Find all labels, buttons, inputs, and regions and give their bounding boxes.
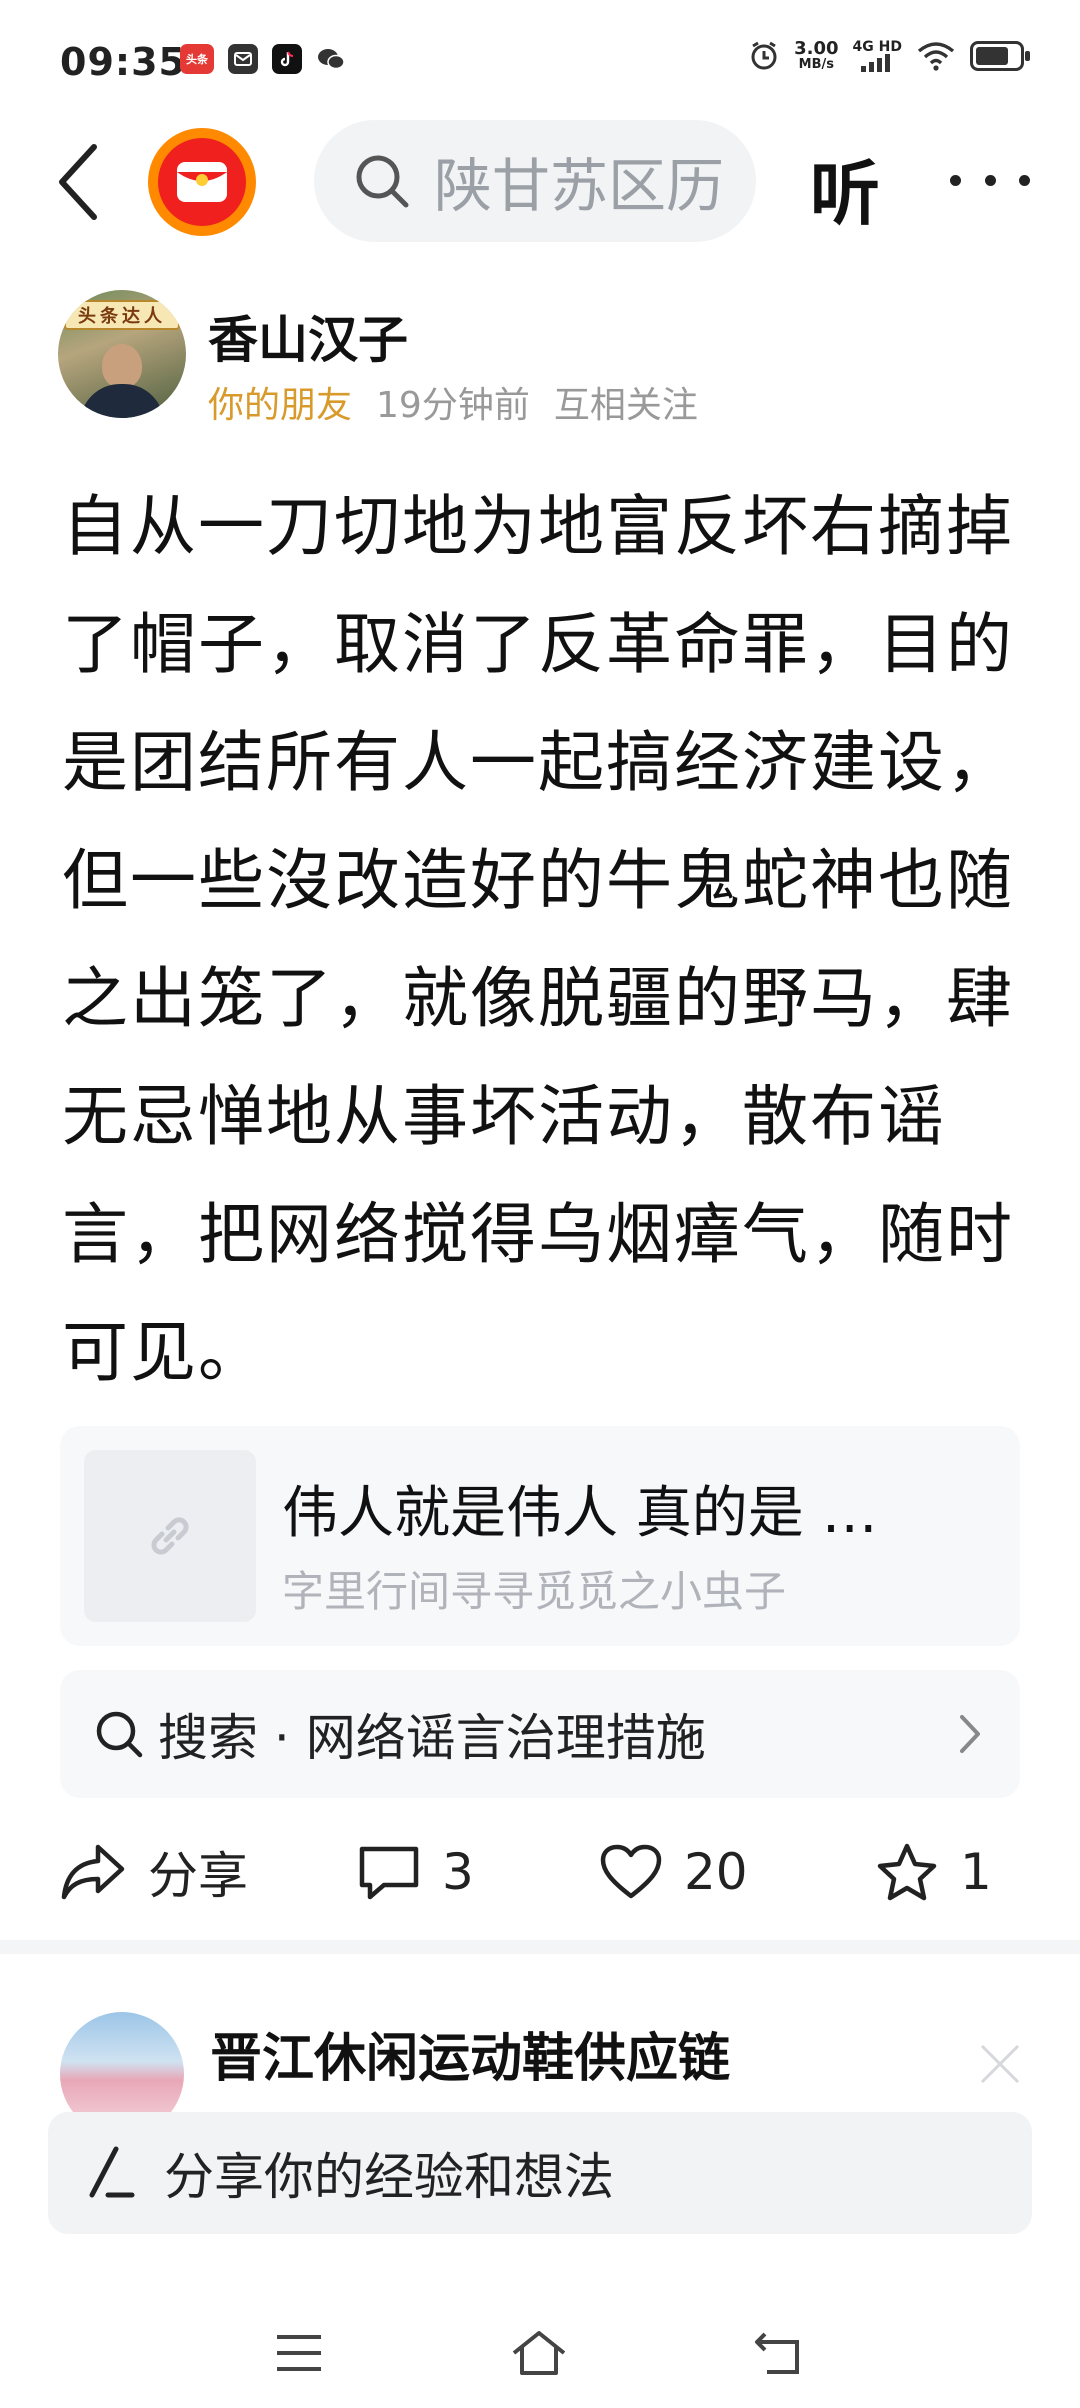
close-button[interactable] <box>978 2042 1022 2086</box>
network-speed: 3.00 MB/s <box>794 38 839 72</box>
pen-icon <box>89 2146 135 2198</box>
close-icon <box>980 2044 1020 2084</box>
link-source: 字里行间寻寻觅觅之小虫子 <box>282 1567 787 1616</box>
menu-icon <box>277 2335 321 2371</box>
system-status: 3.00 MB/s 4G HD <box>748 38 1030 72</box>
back-button[interactable] <box>48 140 108 224</box>
author-meta: 你的朋友 19分钟前 互相关注 <box>208 376 698 428</box>
like-button[interactable]: 20 <box>600 1830 748 1914</box>
comment-button[interactable]: 3 <box>358 1830 474 1914</box>
comment-input[interactable]: 分享你的经验和想法 <box>48 2112 1032 2234</box>
star-icon <box>877 1843 937 1901</box>
avatar-banner: 头条达人 <box>64 300 180 330</box>
douyin-notification-icon <box>272 44 302 74</box>
more-dots-icon <box>950 174 961 186</box>
favorite-count: 1 <box>960 1843 992 1901</box>
nav-menu-button[interactable] <box>264 2318 334 2388</box>
related-search-text: 搜索 · 网络谣言治理措施 <box>158 1709 706 1767</box>
nav-home-button[interactable] <box>504 2318 574 2388</box>
message-notification-icon <box>228 44 258 74</box>
toutiao-notification-icon: 头条 <box>180 44 214 74</box>
author-name[interactable]: 香山汉子 <box>208 300 408 372</box>
battery-icon <box>970 41 1030 71</box>
section-divider <box>0 1940 1080 1954</box>
search-icon <box>356 155 409 208</box>
author-avatar[interactable]: 头条达人 <box>58 290 186 418</box>
cellular-signal-icon: 4G HD <box>853 40 902 72</box>
search-placeholder: 陕甘苏区历 <box>434 152 725 220</box>
heart-icon <box>600 1844 662 1899</box>
search-input[interactable]: 陕甘苏区历 <box>314 120 756 242</box>
notification-icons: 头条 <box>180 44 346 74</box>
wifi-icon <box>917 42 955 71</box>
chevron-left-icon <box>59 144 97 220</box>
link-title: 伟人就是伟人 真的是 … <box>282 1481 878 1546</box>
comment-placeholder: 分享你的经验和想法 <box>164 2148 614 2206</box>
comment-icon <box>359 1846 419 1900</box>
post-content: 自从一刀切地为地富反坏右摘掉了帽子，取消了反革命罪，目的是团结所有人一起搞经济建… <box>62 488 1014 1391</box>
app-logo-button[interactable] <box>148 128 256 236</box>
status-time: 09:35 <box>60 40 186 84</box>
link-icon <box>151 1517 189 1555</box>
return-icon <box>755 2332 799 2374</box>
next-item-title[interactable]: 晋江休闲运动鞋供应链 <box>210 2016 730 2091</box>
share-icon <box>61 1844 125 1900</box>
red-envelope-icon <box>158 138 246 226</box>
search-icon <box>96 1711 143 1758</box>
more-options-button[interactable] <box>950 150 1030 210</box>
follow-status: 互相关注 <box>553 385 698 426</box>
alarm-icon <box>751 41 777 70</box>
listen-button[interactable]: 听 <box>810 138 880 239</box>
favorite-button[interactable]: 1 <box>876 1830 992 1914</box>
post-time: 19分钟前 <box>376 385 530 426</box>
share-label: 分享 <box>148 1847 248 1905</box>
comment-count: 3 <box>442 1843 474 1901</box>
share-button[interactable]: 分享 <box>60 1830 248 1914</box>
like-count: 20 <box>684 1843 748 1901</box>
wechat-notification-icon <box>316 44 346 74</box>
home-icon <box>512 2331 566 2375</box>
chevron-right-icon <box>946 1710 994 1758</box>
link-thumbnail <box>84 1450 256 1622</box>
related-search-button[interactable]: 搜索 · 网络谣言治理措施 <box>60 1670 1020 1798</box>
nav-back-button[interactable] <box>744 2318 814 2388</box>
link-card[interactable]: 伟人就是伟人 真的是 … 字里行间寻寻觅觅之小虫子 <box>60 1426 1020 1646</box>
status-bar: 09:35 头条 3.00 MB/s 4G HD <box>0 0 1080 120</box>
friend-tag: 你的朋友 <box>208 385 353 426</box>
